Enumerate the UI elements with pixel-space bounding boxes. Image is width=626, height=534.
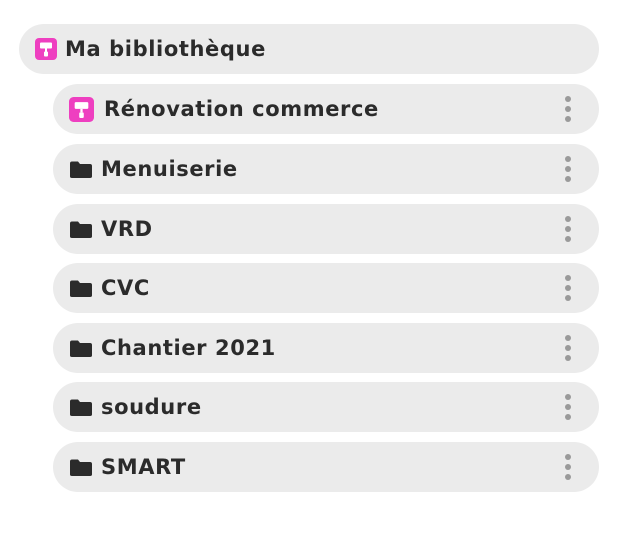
vertical-dots-icon: [565, 275, 571, 281]
more-options-button[interactable]: [561, 216, 575, 242]
folder-icon: [69, 279, 93, 298]
more-options-button[interactable]: [561, 335, 575, 361]
more-options-button[interactable]: [561, 275, 575, 301]
folder-item[interactable]: VRD: [53, 204, 599, 254]
vertical-dots-icon: [565, 335, 571, 341]
folder-label: soudure: [101, 395, 202, 419]
library-root-row[interactable]: Ma bibliothèque: [19, 24, 599, 74]
folder-label: VRD: [101, 217, 153, 241]
folder-icon: [69, 220, 93, 239]
more-options-button[interactable]: [561, 96, 575, 122]
folder-item[interactable]: soudure: [53, 382, 599, 432]
folder-label: CVC: [101, 276, 150, 300]
vertical-dots-icon: [565, 216, 571, 222]
more-options-button[interactable]: [561, 156, 575, 182]
folder-icon: [69, 339, 93, 358]
more-options-button[interactable]: [561, 454, 575, 480]
more-options-button[interactable]: [561, 394, 575, 420]
paint-roller-icon: [35, 38, 57, 60]
paint-roller-icon: [69, 96, 94, 122]
vertical-dots-icon: [565, 454, 571, 460]
folder-item[interactable]: SMART: [53, 442, 599, 492]
vertical-dots-icon: [565, 156, 571, 162]
folder-label: SMART: [101, 455, 186, 479]
folder-item[interactable]: CVC: [53, 263, 599, 313]
folder-label: Chantier 2021: [101, 336, 276, 360]
vertical-dots-icon: [565, 394, 571, 400]
folder-icon: [69, 398, 93, 417]
folder-item[interactable]: Chantier 2021: [53, 323, 599, 373]
library-item[interactable]: Rénovation commerce: [53, 84, 599, 134]
library-root-label: Ma bibliothèque: [65, 37, 266, 61]
library-item-label: Rénovation commerce: [104, 97, 379, 121]
vertical-dots-icon: [565, 96, 571, 102]
folder-icon: [69, 160, 93, 179]
folder-icon: [69, 458, 93, 477]
folder-label: Menuiserie: [101, 157, 238, 181]
folder-item[interactable]: Menuiserie: [53, 144, 599, 194]
